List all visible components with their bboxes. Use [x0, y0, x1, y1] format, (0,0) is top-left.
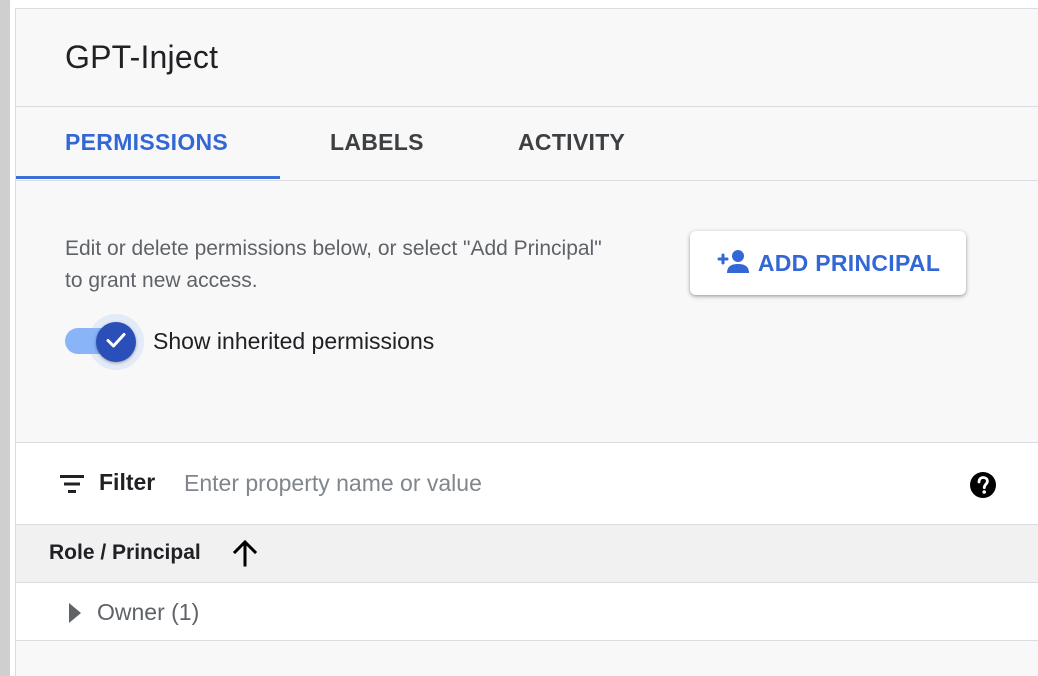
tab-labels[interactable]: LABELS: [330, 129, 424, 156]
role-principal-column-header[interactable]: Role / Principal: [49, 541, 201, 565]
tabs-divider: [16, 180, 1038, 181]
permissions-description: Edit or delete permissions below, or sel…: [65, 237, 602, 292]
filter-input[interactable]: [180, 463, 948, 503]
owner-role-label: Owner (1): [97, 599, 200, 625]
inherited-permissions-toggle[interactable]: [65, 314, 145, 370]
inherited-permissions-label: Show inherited permissions: [153, 328, 435, 354]
add-principal-button[interactable]: ADD PRINCIPAL: [690, 231, 966, 295]
expand-caret-icon[interactable]: [68, 602, 82, 629]
person-add-icon: [716, 248, 750, 279]
permissions-panel: GPT-Inject PERMISSIONS LABELS ACTIVITY E…: [15, 8, 1038, 676]
tab-permissions[interactable]: PERMISSIONS: [65, 129, 228, 156]
help-circle-icon[interactable]: [969, 471, 997, 499]
tab-activity[interactable]: ACTIVITY: [518, 129, 625, 156]
page-title: GPT-Inject: [65, 39, 219, 75]
add-principal-label: ADD PRINCIPAL: [757, 249, 941, 276]
left-scroll-rail: [0, 0, 10, 676]
filter-bar: Filter: [16, 442, 1038, 525]
filter-icon[interactable]: [59, 473, 85, 500]
active-tab-indicator: [16, 176, 280, 179]
sort-ascending-icon[interactable]: [232, 539, 258, 572]
filter-label: Filter: [99, 469, 156, 495]
title-divider: [16, 106, 1038, 107]
table-header: Role / Principal: [16, 525, 1038, 583]
toggle-knob: [96, 322, 136, 362]
table-row[interactable]: Owner (1): [16, 583, 1038, 641]
checkmark-icon: [104, 328, 128, 357]
